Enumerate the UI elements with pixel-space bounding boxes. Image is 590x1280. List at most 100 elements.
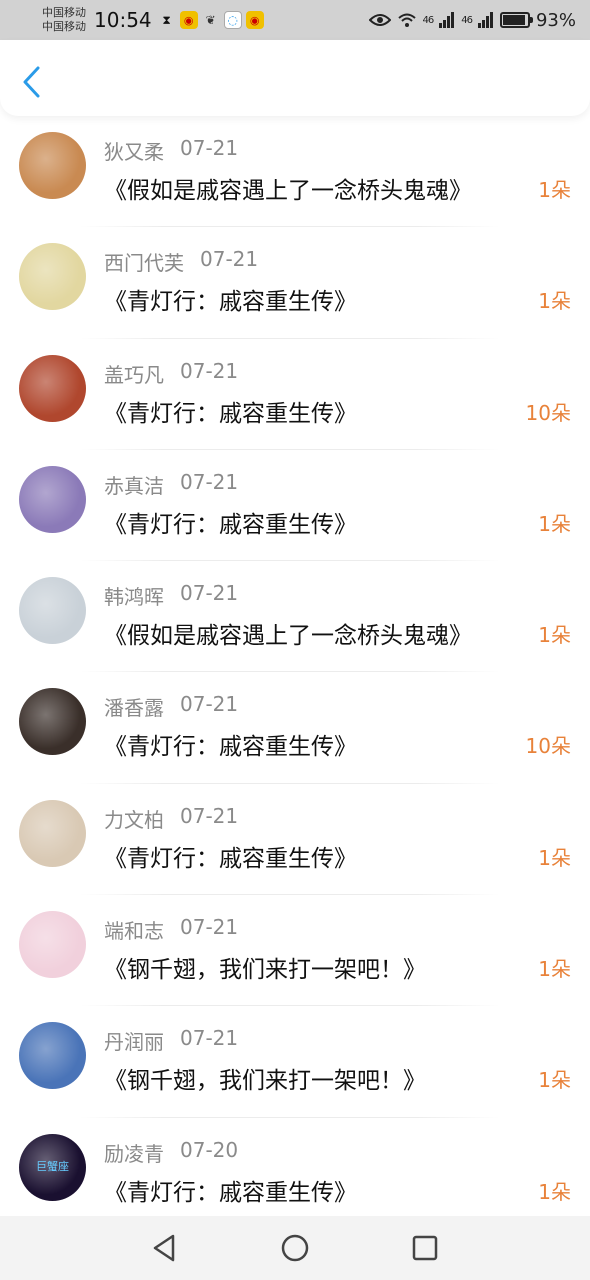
user-name[interactable]: 西门代芙 [104,247,184,276]
wifi-icon [397,13,416,27]
status-bar: 中国移动 中国移动 10:54 ⧗ ◉ ❦ ◌ ◉ 46 46 93% [0,0,590,40]
name-date-line: 韩鸿晖 07-21 [104,581,238,610]
flower-count: 10朵 [525,734,571,759]
signal-bars-icon [439,12,455,28]
book-title[interactable]: 《青灯行：戚容重生传》 [104,505,357,539]
flower-count: 1朵 [538,1179,571,1204]
user-name[interactable]: 韩鸿晖 [104,581,164,610]
user-name[interactable]: 励凌青 [104,1138,164,1167]
name-date-line: 赤真洁 07-21 [104,470,238,499]
avatar[interactable] [19,132,86,199]
avatar[interactable] [19,688,86,756]
circle-home-icon [281,1234,309,1262]
list-item[interactable]: 赤真洁 07-21 《青灯行：戚容重生传》 1朵 [0,450,590,562]
system-nav-bar [0,1216,590,1280]
battery-icon [499,12,533,28]
flower-count: 1朵 [538,289,571,314]
name-date-line: 丹润丽 07-21 [104,1026,238,1055]
signal-1-label: 46 [422,14,435,26]
list-item[interactable]: 力文柏 07-21 《青灯行：戚容重生传》 1朵 [0,784,590,896]
book-title[interactable]: 《假如是戚容遇上了一念桥头鬼魂》 [104,171,472,205]
book-title[interactable]: 《钢千翅，我们来打一架吧！》 [104,1061,426,1095]
flower-count: 1朵 [538,623,571,648]
gift-record-list: 狄又柔 07-21 《假如是戚容遇上了一念桥头鬼魂》 1朵 西门代芙 07-21 《青灯行：… [0,116,590,1229]
book-title[interactable]: 《青灯行：戚容重生传》 [104,727,357,761]
user-name[interactable]: 丹润丽 [104,1026,164,1055]
avatar[interactable]: 巨蟹座 [19,1133,86,1201]
record-date: 07-21 [180,803,239,828]
record-date: 07-21 [180,358,239,383]
list-item[interactable]: 潘香露 07-21 《青灯行：戚容重生传》 10朵 [0,672,590,784]
book-title[interactable]: 《青灯行：戚容重生传》 [104,282,357,316]
avatar[interactable] [19,799,86,867]
flower-count: 10朵 [525,400,571,425]
status-time: 10:54 [94,8,152,32]
battery-percent: 93% [535,9,576,31]
name-date-line: 西门代芙 07-21 [104,247,258,276]
avatar[interactable] [19,911,86,979]
book-title[interactable]: 《假如是戚容遇上了一念桥头鬼魂》 [104,616,472,650]
record-date: 07-21 [180,136,239,160]
name-date-line: 潘香露 07-21 [104,692,238,721]
signal-2-label: 46 [461,14,473,26]
name-date-line: 端和志 07-21 [104,915,238,944]
user-name[interactable]: 狄又柔 [104,136,164,165]
avatar[interactable] [19,1022,86,1090]
nav-back-button[interactable] [150,1233,180,1263]
record-date: 07-21 [180,581,239,606]
book-title[interactable]: 《青灯行：戚容重生传》 [104,394,357,428]
name-date-line: 狄又柔 07-21 [104,136,238,165]
record-date: 07-21 [200,247,259,272]
user-name[interactable]: 赤真洁 [104,470,164,499]
message-icon: ◌ [223,11,242,29]
avatar[interactable] [19,354,86,422]
user-name[interactable]: 盖巧凡 [104,359,164,388]
record-date: 07-21 [180,915,239,940]
system-indicators: 46 46 93% [368,9,576,31]
list-item[interactable]: 西门代芙 07-21 《青灯行：戚容重生传》 1朵 [0,227,590,339]
signal-bars-icon [477,12,493,28]
weibo-icon: ◉ [179,11,198,29]
avatar[interactable] [19,465,86,533]
avatar-text: 巨蟹座 [36,1159,69,1173]
carrier-2: 中国移动 [42,20,86,33]
avatar[interactable] [19,243,86,311]
user-name[interactable]: 端和志 [104,915,164,944]
book-title[interactable]: 《钢千翅，我们来打一架吧！》 [104,950,426,984]
notification-icons: ⧗ ◉ ❦ ◌ ◉ [158,11,264,29]
nav-home-button[interactable] [280,1233,310,1263]
book-title[interactable]: 《青灯行：戚容重生传》 [104,1173,357,1207]
nav-recent-button[interactable] [410,1233,440,1263]
user-name[interactable]: 力文柏 [104,804,164,833]
list-item[interactable]: 丹润丽 07-21 《钢千翅，我们来打一架吧！》 1朵 [0,1006,590,1118]
list-item[interactable]: 韩鸿晖 07-21 《假如是戚容遇上了一念桥头鬼魂》 1朵 [0,561,590,673]
flower-count: 1朵 [538,845,571,870]
name-date-line: 力文柏 07-21 [104,804,238,833]
list-item[interactable]: 盖巧凡 07-21 《青灯行：戚容重生传》 10朵 [0,339,590,450]
name-date-line: 励凌青 07-20 [104,1138,238,1167]
flower-count: 1朵 [538,511,571,536]
top-bar [0,40,590,116]
wechat-icon: ❦ [205,13,216,27]
list-item[interactable]: 狄又柔 07-21 《假如是戚容遇上了一念桥头鬼魂》 1朵 [0,116,590,228]
record-date: 07-21 [180,469,239,494]
user-name[interactable]: 潘香露 [104,692,164,721]
book-title[interactable]: 《青灯行：戚容重生传》 [104,839,357,873]
square-recent-icon [412,1235,438,1261]
chevron-left-icon [23,66,40,98]
flower-count: 1朵 [538,178,571,202]
record-date: 07-20 [180,1137,239,1162]
carrier-1: 中国移动 [42,6,86,19]
eye-icon [368,14,391,26]
back-button[interactable] [18,64,46,100]
hourglass-icon: ⧗ [162,12,171,27]
avatar[interactable] [19,577,86,645]
list-item[interactable]: 端和志 07-21 《钢千翅，我们来打一架吧！》 1朵 [0,895,590,1007]
flower-count: 1朵 [538,957,571,982]
triangle-back-icon [153,1234,175,1262]
record-date: 07-21 [180,1026,239,1051]
flower-count: 1朵 [538,1068,571,1093]
list-item[interactable]: 巨蟹座 励凌青 07-20 《青灯行：戚容重生传》 1朵 [0,1118,590,1229]
carrier-info: 中国移动 中国移动 [42,6,94,34]
weibo-icon: ◉ [245,11,264,29]
